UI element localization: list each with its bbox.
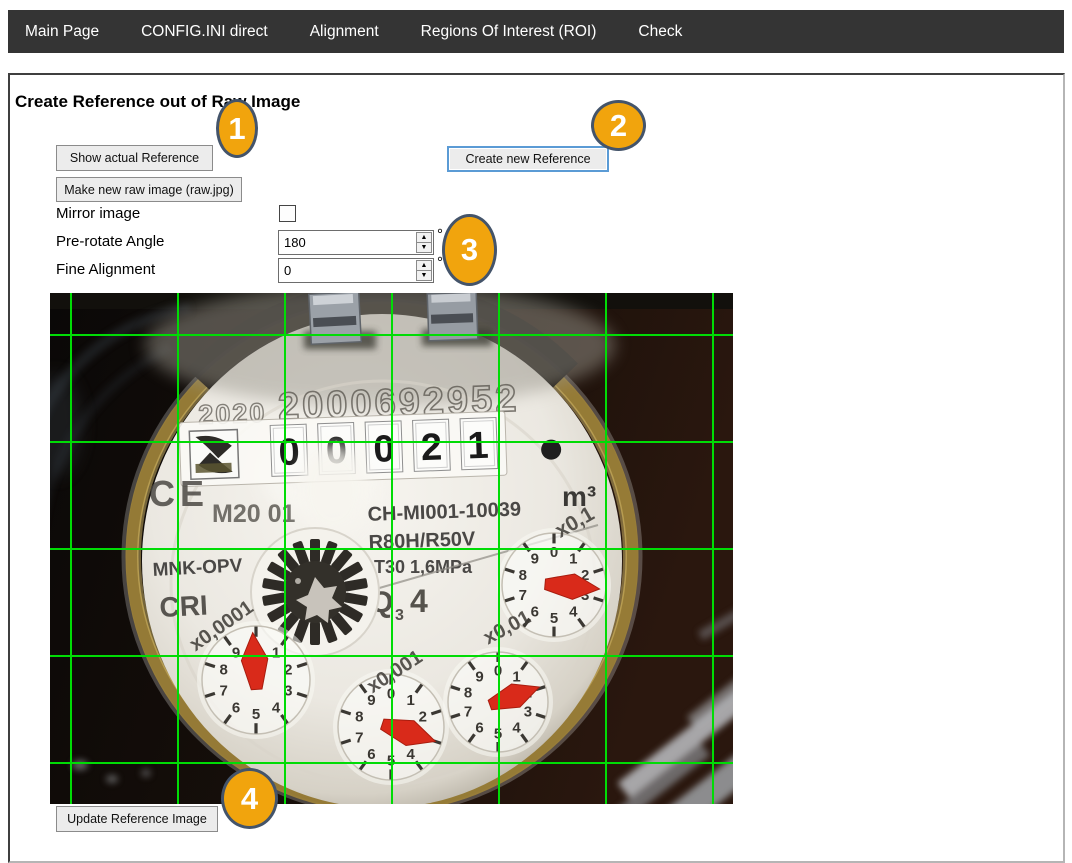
fine-alignment-label: Fine Alignment — [56, 261, 155, 278]
prerotate-angle-label: Pre-rotate Angle — [56, 233, 164, 250]
dial-numeral: 4 — [406, 746, 415, 763]
nav-item-main-page[interactable]: Main Page — [8, 23, 120, 41]
dial-numeral: 1 — [272, 644, 280, 661]
fine-spinner: ▲ ▼ — [416, 260, 432, 281]
dial-numeral: 7 — [355, 729, 363, 746]
page-title: Create Reference out of Raw Image — [15, 92, 300, 112]
approval-code: M20 01 — [212, 500, 295, 528]
nav-item-roi[interactable]: Regions Of Interest (ROI) — [400, 23, 618, 41]
dial-numeral: 8 — [464, 684, 472, 701]
counter-digit: 2 — [420, 426, 443, 469]
dial-numeral: 8 — [355, 709, 363, 726]
dial-numeral: 6 — [531, 604, 539, 621]
dial-numeral: 4 — [272, 700, 281, 717]
reference-image: 2020 2000692952 0 0 0 — [50, 293, 733, 804]
dial-numeral: 6 — [475, 719, 483, 736]
callout-badge-2: 2 — [591, 100, 646, 151]
show-actual-reference-button[interactable]: Show actual Reference — [56, 145, 213, 171]
counter-digit: 1 — [467, 425, 490, 468]
dial-numeral: 2 — [419, 709, 427, 726]
dial-numeral: 7 — [219, 683, 227, 700]
counter-digit: 0 — [278, 431, 301, 474]
dial-numeral: 7 — [519, 587, 527, 604]
callout-badge-3: 3 — [442, 214, 497, 286]
prerotate-angle-field: ▲ ▼ — [278, 230, 434, 255]
dial-numeral: 8 — [219, 661, 227, 678]
dial-numeral: 9 — [531, 550, 539, 567]
dial-numeral: 5 — [550, 610, 558, 627]
temp-pressure-label: T30 1,6MPa — [374, 557, 473, 577]
make-new-raw-image-button[interactable]: Make new raw image (raw.jpg) — [56, 177, 242, 202]
dial-numeral: 4 — [569, 604, 578, 621]
spinner-up-icon[interactable]: ▲ — [416, 260, 432, 271]
dial-numeral: 5 — [252, 706, 260, 723]
fine-alignment-input[interactable] — [278, 258, 434, 283]
dial-numeral: 8 — [519, 567, 527, 584]
dial-numeral: 6 — [367, 746, 375, 763]
ce-mark: CE — [149, 473, 209, 514]
q-value: 4 — [410, 583, 428, 619]
spinner-down-icon[interactable]: ▼ — [416, 243, 432, 253]
mirror-image-checkbox[interactable] — [279, 205, 296, 222]
fine-alignment-field: ▲ ▼ — [278, 258, 434, 283]
counter-assembly: 0 0 0 2 1 — [179, 409, 562, 486]
mirror-image-label: Mirror image — [56, 205, 140, 222]
dial-numeral: 0 — [550, 544, 558, 561]
dial-numeral: 1 — [512, 669, 520, 686]
dial-numeral: 3 — [524, 704, 532, 721]
dial-numeral: 9 — [232, 644, 240, 661]
dial-numeral: 1 — [569, 550, 577, 567]
reference-panel: Create Reference out of Raw Image Show a… — [8, 73, 1065, 863]
brand-label-2: CRI — [159, 590, 209, 623]
callout-badge-4: 4 — [221, 768, 278, 829]
nav-item-alignment[interactable]: Alignment — [289, 23, 400, 41]
top-nav-bar: Main Page CONFIG.INI direct Alignment Re… — [8, 10, 1064, 53]
dial-numeral: 9 — [475, 669, 483, 686]
dial-numeral: 6 — [232, 700, 240, 717]
water-meter-photo: 2020 2000692952 0 0 0 — [50, 293, 733, 804]
prerotate-angle-input[interactable] — [278, 230, 434, 255]
dial-numeral: 4 — [512, 719, 521, 736]
callout-badge-1: 1 — [216, 99, 258, 158]
glass-reflection — [297, 445, 369, 537]
create-new-reference-button[interactable]: Create new Reference — [447, 146, 609, 172]
nav-item-check[interactable]: Check — [617, 23, 703, 41]
update-reference-image-button[interactable]: Update Reference Image — [56, 806, 218, 832]
spinner-down-icon[interactable]: ▼ — [416, 271, 432, 281]
spinner-up-icon[interactable]: ▲ — [416, 232, 432, 243]
dial-numeral: 7 — [464, 704, 472, 721]
dial-numeral: 1 — [406, 692, 414, 709]
q-subscript: 3 — [395, 607, 404, 624]
prerotate-spinner: ▲ ▼ — [416, 232, 432, 253]
nav-item-config-ini[interactable]: CONFIG.INI direct — [120, 23, 289, 41]
